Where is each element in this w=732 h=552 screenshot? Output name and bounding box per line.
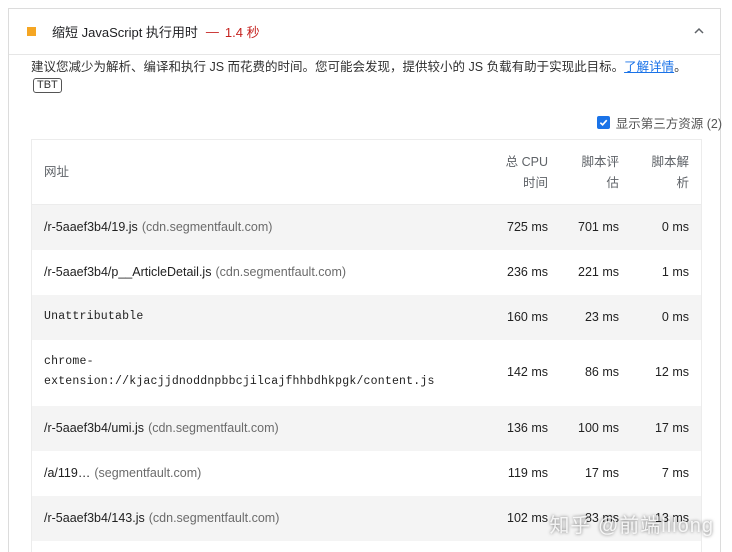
script-eval: 86 ms — [584, 365, 619, 379]
description-text: 建议您减少为解析、编译和执行 JS 而花费的时间。您可能会发现，提供较小的 JS… — [31, 60, 625, 74]
audit-dash: — — [205, 24, 219, 39]
checkmark-icon — [599, 119, 608, 127]
row-url[interactable]: /r-5aaef3b4/143.js (cdn.segmentfault.com) — [44, 511, 279, 525]
row-url[interactable]: /r-5aaef3b4/p__ArticleDetail.js (cdn.segm… — [44, 265, 346, 279]
script-parse: 7 ms — [661, 466, 689, 480]
script-eval: 17 ms — [584, 466, 619, 480]
cpu-time: 725 ms — [507, 220, 548, 234]
header-cpu-line2: 时间 — [522, 176, 548, 190]
script-parse: 0 ms — [661, 310, 689, 324]
script-parse: 12 ms — [654, 365, 689, 379]
header-eval-line1: 脚本评 — [581, 155, 619, 169]
cpu-time: 136 ms — [507, 421, 548, 435]
table-header: 网址 总 CPU 时间 脚本评 估 脚本解 析 — [32, 140, 701, 205]
script-eval: 23 ms — [584, 310, 619, 324]
cpu-time: 236 ms — [507, 265, 548, 279]
cpu-time: 142 ms — [507, 365, 548, 379]
audit-description: 建议您减少为解析、编译和执行 JS 而花费的时间。您可能会发现，提供较小的 JS… — [31, 58, 701, 76]
tbt-badge: TBT — [33, 78, 62, 93]
results-table: 网址 总 CPU 时间 脚本评 估 脚本解 析 /r-5aaef3b4/19.j… — [31, 139, 702, 552]
url-host: (cdn.segmentfault.com) — [141, 220, 273, 234]
script-eval: 221 ms — [578, 265, 619, 279]
script-parse: 0 ms — [661, 220, 689, 234]
header-eval-line2: 估 — [606, 176, 619, 190]
watermark: 知乎 @前端lilong — [549, 515, 714, 537]
table-row: /r-5aaef3b4/p__ArticleDetail.js (cdn.segm… — [32, 250, 701, 295]
script-parse: 17 ms — [654, 421, 689, 435]
table-row: chrome- extension://kjacjjdnoddnpbbcjilc… — [32, 340, 701, 406]
cpu-time: 160 ms — [507, 310, 548, 324]
audit-value: 1.4 秒 — [224, 25, 260, 40]
table-row: /r-5aaef3b4/19.js (cdn.segmentfault.com) … — [32, 205, 701, 250]
row-url[interactable]: /a/119… (segmentfault.com) — [44, 466, 201, 480]
cpu-time: 102 ms — [507, 511, 548, 525]
header-eval: 脚本评 估 — [581, 152, 619, 194]
script-parse: 1 ms — [661, 265, 689, 279]
header-url: 网址 — [44, 165, 70, 179]
table-row: /r-5aaef3b4/umi.js (cdn.segmentfault.com)… — [32, 406, 701, 451]
row-url[interactable]: /r-5aaef3b4/umi.js (cdn.segmentfault.com) — [44, 421, 279, 435]
url-host: (cdn.segmentfault.com) — [215, 265, 347, 279]
url-host: (cdn.segmentfault.com) — [148, 421, 279, 435]
url-path: /r-5aaef3b4/umi.js — [44, 421, 145, 435]
third-party-label: 显示第三方资源 (2) — [615, 117, 722, 131]
header-parse-line1: 脚本解 — [651, 155, 689, 169]
url-path: /r-5aaef3b4/19.js — [44, 220, 138, 234]
table-row — [32, 541, 701, 552]
third-party-checkbox[interactable] — [596, 116, 610, 129]
row-url: chrome- extension://kjacjjdnoddnpbbcjilc… — [44, 352, 435, 392]
warning-status-icon — [27, 27, 36, 36]
third-party-toggle[interactable]: 显示第三方资源 (2) — [596, 113, 722, 132]
learn-more-link[interactable]: 了解详情 — [624, 60, 674, 74]
header-cpu-line1: 总 CPU — [505, 155, 548, 169]
table-row: /a/119… (segmentfault.com) 119 ms 17 ms 7… — [32, 451, 701, 496]
header-cpu: 总 CPU 时间 — [506, 152, 548, 194]
url-path: /a/119… — [44, 466, 91, 480]
description-period: 。 — [674, 60, 687, 74]
header-parse: 脚本解 析 — [651, 152, 689, 194]
url-line2: extension://kjacjjdnoddnpbbcjilcajfhhbdh… — [44, 375, 435, 388]
url-path: /r-5aaef3b4/143.js — [44, 511, 145, 525]
row-url: Unattributable — [44, 310, 144, 323]
cpu-time: 119 ms — [507, 466, 548, 480]
script-eval: 701 ms — [578, 220, 619, 234]
header-parse-line2: 析 — [676, 176, 689, 190]
table-row: Unattributable 160 ms 23 ms 0 ms — [32, 295, 701, 340]
url-host: (segmentfault.com) — [94, 466, 202, 480]
url-line1: chrome- — [44, 355, 94, 368]
audit-title: 缩短 JavaScript 执行用时 — [52, 25, 198, 40]
url-host: (cdn.segmentfault.com) — [148, 511, 280, 525]
chevron-up-icon[interactable] — [692, 24, 706, 38]
audit-header[interactable]: 缩短 JavaScript 执行用时 — 1.4 秒 — [9, 9, 720, 55]
script-eval: 100 ms — [578, 421, 619, 435]
url-path: /r-5aaef3b4/p__ArticleDetail.js — [44, 265, 212, 279]
row-url[interactable]: /r-5aaef3b4/19.js (cdn.segmentfault.com) — [44, 220, 272, 234]
